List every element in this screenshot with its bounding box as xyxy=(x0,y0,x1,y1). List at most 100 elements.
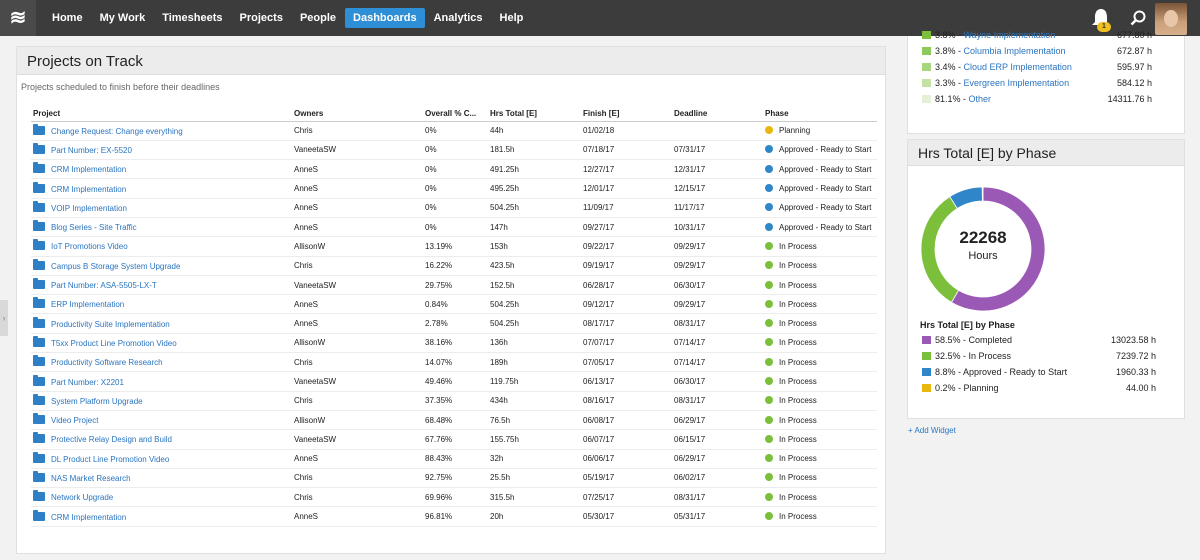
table-header-row: Project Owners Overall % C... Hrs Total [E]… xyxy=(31,106,877,122)
collapse-handle-icon[interactable]: › xyxy=(0,300,8,336)
phase-status-dot xyxy=(765,299,773,308)
table-row[interactable]: Blog Series - Site Traffic AnneS 0% 147h 09/… xyxy=(31,217,877,238)
project-link[interactable]: CRM Implementation xyxy=(51,513,126,522)
table-row[interactable]: T5xx Product Line Promotion Video Allison… xyxy=(31,333,877,354)
percent-complete-cell: 0% xyxy=(423,121,488,141)
hours-cell: 434h xyxy=(488,391,581,411)
project-cell: IoT Promotions Video xyxy=(31,236,292,257)
project-link[interactable]: Productivity Suite Implementation xyxy=(51,320,170,329)
project-link[interactable]: Blog Series - Site Traffic xyxy=(51,223,137,232)
avatar[interactable] xyxy=(1155,3,1187,35)
project-link[interactable]: NAS Market Research xyxy=(51,474,131,483)
legend-project-link[interactable]: Other xyxy=(969,94,992,104)
column-header[interactable]: Project xyxy=(31,106,292,122)
phase-status-dot xyxy=(765,512,773,521)
deadline-cell: 07/14/17 xyxy=(672,352,763,373)
table-row[interactable]: CRM Implementation AnneS 0% 491.25h 12/27/17… xyxy=(31,159,877,180)
nav-item-analytics[interactable]: Analytics xyxy=(426,8,491,28)
phase-cell: In Process xyxy=(763,449,877,469)
legend-project-link[interactable]: Wayne Implementation xyxy=(964,30,1056,40)
menu-waves-icon[interactable]: ≋ xyxy=(0,0,36,36)
column-header[interactable]: Deadline xyxy=(672,106,763,122)
project-link[interactable]: DL Product Line Promotion Video xyxy=(51,455,169,464)
phase-status-dot xyxy=(765,338,773,347)
table-row[interactable]: NAS Market Research Chris 92.75% 25.5h 05/19… xyxy=(31,468,877,489)
table-row[interactable]: Campus B Storage System Upgrade Chris 16.2… xyxy=(31,256,877,276)
legend-project-link[interactable]: Cloud ERP Implementation xyxy=(964,62,1072,72)
nav-item-dashboards[interactable]: Dashboards xyxy=(345,8,425,28)
hours-cell: 504.25h xyxy=(488,294,581,315)
project-link[interactable]: Part Number: X2201 xyxy=(51,378,124,387)
widget-subtitle: Projects scheduled to finish before thei… xyxy=(21,82,220,92)
phase-status-dot xyxy=(765,241,773,250)
table-row[interactable]: VOIP Implementation AnneS 0% 504.25h 11/09/1… xyxy=(31,198,877,218)
finish-date-cell: 09/22/17 xyxy=(581,236,672,257)
project-link[interactable]: Part Number: EX-5520 xyxy=(51,146,132,155)
hours-cell: 155.75h xyxy=(488,429,581,450)
project-cell: DL Product Line Promotion Video xyxy=(31,449,292,469)
table-row[interactable]: Part Number: ASA-5505-LX-T VaneetaSW 29.75… xyxy=(31,275,877,296)
deadline-cell: 09/29/17 xyxy=(672,256,763,276)
donut-slice-planning[interactable] xyxy=(981,186,984,202)
owner-cell: AllisonW xyxy=(292,236,423,257)
legend-project-link[interactable]: Evergreen Implementation xyxy=(964,78,1070,88)
legend-swatch xyxy=(922,384,931,392)
phase-status-dot xyxy=(765,126,773,135)
folder-icon xyxy=(33,162,45,174)
table-row[interactable]: Part Number: X2201 VaneetaSW 49.46% 119.75h… xyxy=(31,371,877,392)
project-link[interactable]: Change Request: Change everything xyxy=(51,127,183,136)
project-link[interactable]: CRM Implementation xyxy=(51,165,126,174)
nav-item-timesheets[interactable]: Timesheets xyxy=(154,8,230,28)
table-row[interactable]: Productivity Suite Implementation AnneS 2.… xyxy=(31,313,877,334)
nav-item-home[interactable]: Home xyxy=(44,8,91,28)
project-link[interactable]: IoT Promotions Video xyxy=(51,242,128,251)
column-header[interactable]: Finish [E] xyxy=(581,106,672,122)
table-row[interactable]: ERP Implementation AnneS 0.84% 504.25h 09/12… xyxy=(31,294,877,315)
finish-date-cell: 01/02/18 xyxy=(581,121,672,141)
finish-date-cell: 08/17/17 xyxy=(581,313,672,334)
legend-project-link[interactable]: Columbia Implementation xyxy=(964,46,1066,56)
nav-item-help[interactable]: Help xyxy=(492,8,532,28)
project-link[interactable]: CRM Implementation xyxy=(51,185,126,194)
table-row[interactable]: Productivity Software Research Chris 14.07… xyxy=(31,352,877,373)
nav-item-projects[interactable]: Projects xyxy=(232,8,291,28)
table-row[interactable]: Video Project AllisonW 68.48% 76.5h 06/08/17… xyxy=(31,410,877,431)
column-header[interactable]: Overall % C... xyxy=(423,106,488,122)
project-link[interactable]: T5xx Product Line Promotion Video xyxy=(51,339,177,348)
project-link[interactable]: Productivity Software Research xyxy=(51,358,163,367)
table-row[interactable]: System Platform Upgrade Chris 37.35% 434h 08… xyxy=(31,391,877,411)
column-header[interactable]: Phase xyxy=(763,106,877,122)
donut-slice-completed[interactable] xyxy=(950,186,1046,312)
finish-date-cell: 07/18/17 xyxy=(581,140,672,161)
table-row[interactable]: Protective Relay Design and Build Vaneeta… xyxy=(31,429,877,450)
project-link[interactable]: System Platform Upgrade xyxy=(51,397,143,406)
table-row[interactable]: CRM Implementation AnneS 96.81% 20h 05/30/17… xyxy=(31,506,877,527)
legend-item: 58.5% - Completed 13023.58 h xyxy=(922,332,1156,348)
project-link[interactable]: Part Number: ASA-5505-LX-T xyxy=(51,281,157,290)
phase-status-dot xyxy=(765,473,773,482)
project-link[interactable]: Campus B Storage System Upgrade xyxy=(51,262,180,271)
table-row[interactable]: CRM Implementation AnneS 0% 495.25h 12/01/17… xyxy=(31,178,877,199)
column-header[interactable]: Owners xyxy=(292,106,423,122)
search-icon[interactable] xyxy=(1130,10,1146,26)
legend-value: 1960.33 h xyxy=(1115,367,1156,377)
finish-date-cell: 06/07/17 xyxy=(581,429,672,450)
table-row[interactable]: IoT Promotions Video AllisonW 13.19% 153h 09… xyxy=(31,236,877,257)
folder-icon xyxy=(33,181,45,193)
table-row[interactable]: Part Number: EX-5520 VaneetaSW 0% 181.5h 07/… xyxy=(31,140,877,161)
project-link[interactable]: ERP Implementation xyxy=(51,300,124,309)
nav-item-my-work[interactable]: My Work xyxy=(92,8,154,28)
table-row[interactable]: Change Request: Change everything Chris 0%… xyxy=(31,121,877,141)
project-link[interactable]: Network Upgrade xyxy=(51,493,113,502)
column-header[interactable]: Hrs Total [E] xyxy=(488,106,581,122)
nav-item-people[interactable]: People xyxy=(292,8,344,28)
owner-cell: AnneS xyxy=(292,159,423,180)
hours-cell: 504.25h xyxy=(488,198,581,218)
phase-cell: In Process xyxy=(763,410,877,431)
project-link[interactable]: VOIP Implementation xyxy=(51,204,127,213)
add-widget-link[interactable]: + Add Widget xyxy=(908,426,956,435)
table-row[interactable]: Network Upgrade Chris 69.96% 315.5h 07/25/17… xyxy=(31,487,877,508)
project-link[interactable]: Protective Relay Design and Build xyxy=(51,435,172,444)
project-link[interactable]: Video Project xyxy=(51,416,98,425)
table-row[interactable]: DL Product Line Promotion Video AnneS 88.4… xyxy=(31,449,877,469)
